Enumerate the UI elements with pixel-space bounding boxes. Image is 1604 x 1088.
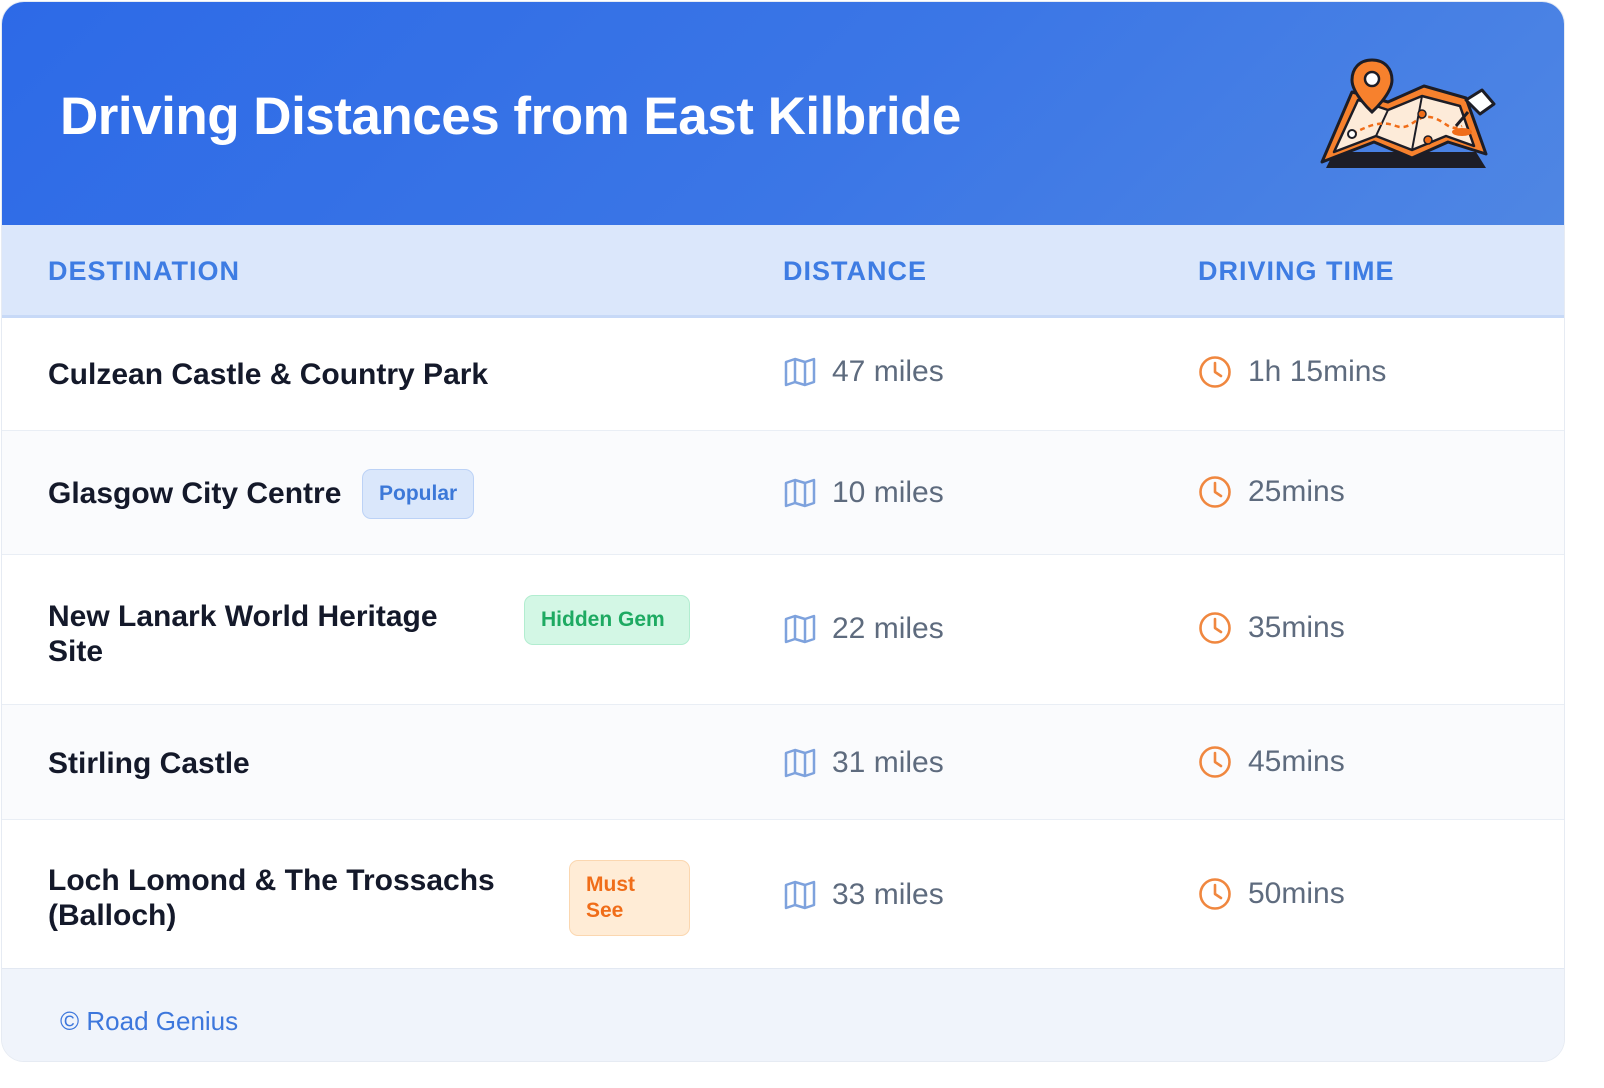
destination-name: New Lanark World Heritage Site (48, 600, 438, 668)
distance-cell: 10 miles (784, 476, 944, 510)
clock-icon (1199, 612, 1231, 644)
time-value: 35mins (1248, 611, 1345, 644)
time-value: 1h 15mins (1248, 355, 1387, 388)
clock-icon (1199, 476, 1231, 508)
time-value: 45mins (1248, 745, 1345, 778)
table-row: New Lanark World Heritage Site Hidden Ge… (2, 555, 1564, 705)
map-with-location-pin-icon (1320, 58, 1496, 168)
distance-card: Driving Distances from East Kilbride DES… (2, 2, 1564, 1061)
time-cell: 45mins (1198, 745, 1345, 779)
table-row: Loch Lomond & The Trossachs (Balloch) Mu… (2, 820, 1564, 968)
clock-icon (1199, 878, 1231, 910)
table-row: Stirling Castle 31 miles 45mins (2, 705, 1564, 820)
distance-cell: 33 miles (784, 878, 944, 912)
time-cell: 1h 15mins (1198, 355, 1386, 389)
distance-value: 31 miles (832, 746, 944, 779)
distance-cell: 22 miles (784, 612, 944, 646)
distance-value: 22 miles (832, 612, 944, 645)
distance-cell: 31 miles (784, 746, 944, 780)
destination-name: Glasgow City Centre (48, 477, 342, 510)
map-icon (784, 880, 816, 910)
map-icon (784, 614, 816, 644)
badge-hidden-gem: Hidden Gem (524, 595, 690, 645)
destination-name: Loch Lomond & The Trossachs (Balloch) (48, 864, 495, 932)
time-cell: 35mins (1198, 611, 1345, 645)
map-icon (784, 748, 816, 778)
distance-cell: 47 miles (784, 355, 944, 389)
distance-value: 10 miles (832, 476, 944, 509)
time-value: 50mins (1248, 877, 1345, 910)
badge-popular: Popular (362, 469, 475, 519)
distance-value: 33 miles (832, 878, 944, 911)
badge-must-see: Must See (569, 860, 690, 936)
destination-name: Stirling Castle (48, 747, 250, 780)
table-row: Glasgow City Centre Popular 10 miles 25m… (2, 431, 1564, 555)
column-header-destination: DESTINATION (48, 256, 240, 286)
map-icon (784, 357, 816, 387)
column-header-driving-time: DRIVING TIME (1198, 256, 1395, 286)
footer-credit: © Road Genius (60, 1006, 239, 1036)
distance-value: 47 miles (832, 355, 944, 388)
table-header: DESTINATION DISTANCE DRIVING TIME (2, 225, 1564, 318)
page-title: Driving Distances from East Kilbride (60, 87, 961, 146)
time-cell: 25mins (1198, 475, 1345, 509)
clock-icon (1199, 356, 1231, 388)
header-banner: Driving Distances from East Kilbride (2, 2, 1564, 225)
table-row: Culzean Castle & Country Park 47 miles 1… (2, 316, 1564, 431)
destination-name: Culzean Castle & Country Park (48, 358, 489, 391)
time-cell: 50mins (1198, 877, 1345, 911)
clock-icon (1199, 746, 1231, 778)
column-header-distance: DISTANCE (783, 256, 928, 286)
time-value: 25mins (1248, 475, 1345, 508)
map-icon (784, 478, 816, 508)
footer: © Road Genius (2, 968, 1564, 1061)
